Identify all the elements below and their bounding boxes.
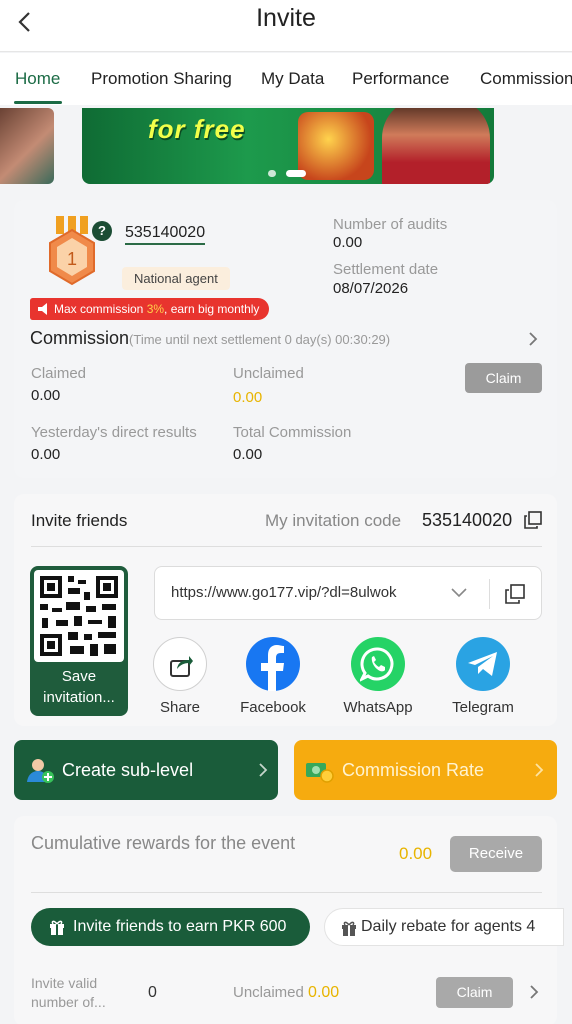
claimed-label: Claimed xyxy=(31,365,87,382)
qr-code xyxy=(34,570,124,662)
level-medal-icon: 1 xyxy=(49,216,95,286)
facebook-share-button[interactable]: Facebook xyxy=(233,637,313,716)
divider xyxy=(31,546,542,547)
agent-type-badge: National agent xyxy=(122,267,230,290)
chevron-right-icon[interactable] xyxy=(527,985,541,999)
user-id: 535140020 xyxy=(125,224,206,245)
save-invitation-poster[interactable]: Save invitation... xyxy=(30,566,128,716)
share-button[interactable]: Share xyxy=(140,637,220,716)
top-bar: Invite xyxy=(0,0,572,52)
divider xyxy=(31,892,542,893)
banner-text: for free xyxy=(148,114,246,144)
rewards-unclaimed-text: Unclaimed xyxy=(233,984,304,1001)
facebook-label: Facebook xyxy=(240,699,306,716)
whatsapp-label: WhatsApp xyxy=(343,699,413,716)
promo-banner-carousel[interactable]: for free xyxy=(0,108,572,190)
commission-title: Commission xyxy=(30,328,130,348)
level-number: 1 xyxy=(67,249,77,269)
money-icon xyxy=(306,763,334,783)
page-title: Invite xyxy=(256,4,316,32)
tab-home[interactable]: Home xyxy=(15,69,60,89)
facebook-icon xyxy=(246,637,300,691)
invitation-code-value: 535140020 xyxy=(422,510,513,530)
help-question-icon[interactable]: ? xyxy=(92,221,112,241)
settlement-countdown: (Time until next settlement 0 day(s) 00:… xyxy=(129,332,391,347)
tab-commission[interactable]: Commission xyxy=(480,69,572,89)
invite-valid-value: 0 xyxy=(148,984,157,1001)
copy-code-icon[interactable] xyxy=(524,511,542,529)
event-rewards-card: Cumulative rewards for the event 0.00 Re… xyxy=(14,816,564,1024)
claim-commission-button[interactable]: Claim xyxy=(465,363,542,393)
chevron-down-icon[interactable] xyxy=(451,587,467,599)
copy-link-icon[interactable] xyxy=(505,584,525,604)
yesterday-results-label: Yesterday's direct results xyxy=(31,424,197,441)
tab-bar: Home Promotion Sharing My Data Performan… xyxy=(0,53,572,105)
invitation-link: https://www.go177.vip/?dl=8ulwok xyxy=(171,584,397,601)
commission-rate-label: Commission Rate xyxy=(342,760,485,780)
banner-model-image xyxy=(382,108,490,184)
rewards-unclaimed-value: 0.00 xyxy=(308,984,340,1001)
create-sub-level-label: Create sub-level xyxy=(62,760,194,780)
create-sub-level-button[interactable]: Create sub-level xyxy=(14,740,278,800)
audits-value: 0.00 xyxy=(333,234,363,251)
total-commission-label: Total Commission xyxy=(233,424,352,441)
max-commission-banner: Max commission 3%, earn big monthly xyxy=(30,298,270,320)
claim-reward-button[interactable]: Claim xyxy=(436,977,513,1008)
telegram-icon xyxy=(456,637,510,691)
tab-performance[interactable]: Performance xyxy=(352,69,449,89)
invite-friends-title: Invite friends xyxy=(31,511,128,530)
banner-slide[interactable]: for free xyxy=(82,108,494,184)
promo-text-start: Max commission xyxy=(54,302,147,316)
tab-my-data[interactable]: My Data xyxy=(261,69,324,89)
share-icon xyxy=(153,637,207,691)
telegram-label: Telegram xyxy=(452,699,514,716)
settlement-date-value: 08/07/2026 xyxy=(333,280,409,297)
save-invitation-label: Save invitation... xyxy=(43,668,115,706)
cumulative-rewards-value: 0.00 xyxy=(399,844,433,863)
invitation-link-select[interactable]: https://www.go177.vip/?dl=8ulwok xyxy=(154,566,542,620)
gift-icon xyxy=(50,920,64,935)
agent-commission-card: 1 ? 535140020 National agent Number of a… xyxy=(14,200,557,478)
daily-rebate-label: Daily rebate for agents 4 xyxy=(361,918,536,935)
qr-code-icon xyxy=(40,576,118,656)
telegram-share-button[interactable]: Telegram xyxy=(443,637,523,716)
rewards-unclaimed-label: Unclaimed 0.00 xyxy=(233,984,339,1002)
carousel-dot-active[interactable] xyxy=(286,170,306,177)
claimed-value: 0.00 xyxy=(31,387,61,404)
commission-header[interactable]: Commission(Time until next settlement 0 … xyxy=(30,328,390,349)
slot-machine-image xyxy=(298,112,374,180)
promo-percent: 3% xyxy=(146,302,165,316)
promo-text-end: , earn big monthly xyxy=(164,302,260,316)
audits-label: Number of audits xyxy=(333,216,448,233)
invite-valid-label: Invite valid number of... xyxy=(31,975,106,1010)
invite-friends-earn-label: Invite friends to earn PKR 600 xyxy=(73,918,287,935)
chevron-right-icon[interactable] xyxy=(526,332,540,346)
cumulative-rewards-label: Cumulative rewards for the event xyxy=(31,833,296,853)
banner-previous-slide[interactable] xyxy=(0,108,54,184)
whatsapp-share-button[interactable]: WhatsApp xyxy=(338,637,418,716)
tab-promotion-sharing[interactable]: Promotion Sharing xyxy=(91,69,232,89)
daily-rebate-tab[interactable]: Daily rebate for agents 4 xyxy=(324,908,564,946)
add-user-icon xyxy=(27,759,54,783)
whatsapp-icon xyxy=(351,637,405,691)
carousel-dot[interactable] xyxy=(268,170,276,177)
chevron-right-icon xyxy=(259,763,268,777)
invitation-code-label: My invitation code xyxy=(265,511,402,530)
yesterday-results-value: 0.00 xyxy=(31,446,61,463)
chevron-right-icon xyxy=(535,763,544,777)
settlement-date-label: Settlement date xyxy=(333,261,439,278)
divider xyxy=(489,579,490,609)
unclaimed-value: 0.00 xyxy=(233,389,263,406)
megaphone-icon xyxy=(38,303,47,315)
commission-rate-button[interactable]: Commission Rate xyxy=(294,740,557,800)
unclaimed-label: Unclaimed xyxy=(233,365,304,382)
total-commission-value: 0.00 xyxy=(233,446,263,463)
invite-friends-card: Invite friends My invitation code 535140… xyxy=(14,494,557,726)
gift-icon xyxy=(342,921,356,936)
share-label: Share xyxy=(159,699,201,716)
active-tab-indicator xyxy=(14,101,62,104)
invite-friends-earn-tab[interactable]: Invite friends to earn PKR 600 xyxy=(31,908,310,946)
receive-button[interactable]: Receive xyxy=(450,836,542,872)
